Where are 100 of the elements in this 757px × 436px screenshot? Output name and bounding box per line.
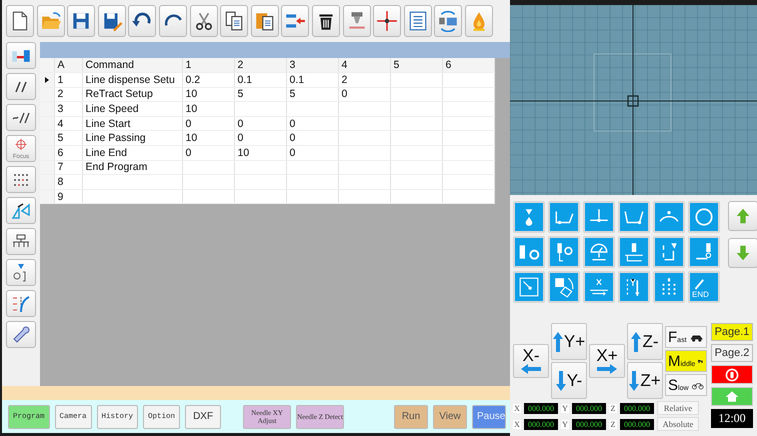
column-header[interactable]: 6 (442, 58, 494, 73)
list-button[interactable] (404, 5, 432, 37)
speed-button[interactable]: Fast (665, 326, 707, 348)
save-as-button[interactable] (98, 5, 126, 37)
column-header[interactable]: Command (82, 58, 182, 73)
jog-button[interactable]: Y- (551, 362, 587, 399)
function-button[interactable] (653, 271, 685, 303)
paste-button[interactable] (250, 5, 279, 37)
z-height-button[interactable] (6, 259, 36, 286)
nozzle-gear-icon (518, 244, 540, 260)
table-cell: 5 (54, 130, 82, 146)
action-button[interactable]: View (433, 404, 467, 428)
xyz-curve-button[interactable] (6, 290, 36, 317)
dispense-button[interactable] (464, 5, 493, 37)
action-button[interactable]: Run (394, 404, 428, 428)
function-button[interactable] (548, 271, 580, 303)
array-button[interactable] (6, 166, 36, 193)
coordinate-mode-label: Relative (657, 401, 699, 415)
up-arrow-icon (734, 207, 752, 225)
nozzle-height-icon (623, 241, 645, 263)
table-cell: 5 (234, 87, 286, 102)
jog-button[interactable]: Y+ (551, 323, 587, 360)
jog-button[interactable]: Z+ (627, 362, 663, 399)
table-cell: End Program (82, 160, 182, 175)
new-file-button[interactable] (6, 5, 34, 37)
function-button[interactable] (653, 236, 685, 268)
group-button[interactable] (6, 228, 36, 255)
page-up-button[interactable] (728, 201, 757, 231)
table-cell: 4 (54, 116, 82, 131)
redo-button[interactable] (158, 5, 187, 37)
offset-line-button[interactable] (6, 104, 36, 131)
home-icon (724, 388, 740, 404)
column-header[interactable]: 5 (390, 58, 442, 73)
stop-button[interactable] (711, 365, 753, 384)
cob-button[interactable] (342, 5, 371, 37)
coordinate-display: 000.000 (620, 402, 654, 414)
function-button[interactable] (583, 271, 615, 303)
page-button[interactable]: Page.1 (711, 323, 753, 341)
save-button[interactable] (67, 5, 96, 37)
page-button[interactable]: Page.2 (711, 344, 753, 362)
delete-button[interactable] (312, 5, 340, 37)
jog-button[interactable]: X- (513, 344, 549, 378)
clock: 12:00 (711, 409, 753, 428)
circle-icon (693, 206, 715, 228)
undo-button[interactable] (128, 5, 156, 37)
speed-button[interactable]: Middle (665, 350, 707, 372)
function-button[interactable] (688, 236, 720, 268)
table-cell: 1 (54, 72, 82, 88)
down-arrow-icon (556, 368, 566, 392)
down-arrow-icon (629, 368, 640, 392)
parallel-line-button[interactable] (6, 73, 36, 100)
coordinate-mode-label: Absolute (657, 417, 699, 431)
jog-button[interactable]: X+ (589, 344, 625, 378)
column-header[interactable]: 1 (182, 58, 234, 73)
function-button[interactable] (513, 201, 545, 233)
table-cell: 0.2 (182, 72, 234, 88)
coordinate-display: 000.000 (524, 418, 558, 430)
table-cell: 6 (54, 146, 82, 160)
nozzle-swap-icon (11, 48, 31, 62)
function-button[interactable] (653, 201, 685, 233)
column-header[interactable]: 3 (286, 58, 338, 73)
page-down-button[interactable] (728, 238, 757, 268)
tool-button[interactable] (6, 321, 36, 348)
swap-nozzle-button[interactable] (6, 42, 36, 69)
rotate-square-icon (553, 276, 575, 298)
function-button[interactable] (583, 236, 615, 268)
coordinate-display: 000.000 (572, 418, 606, 430)
crosshair-button[interactable] (373, 5, 402, 37)
column-header[interactable]: 4 (338, 58, 390, 73)
table-cell: 9 (54, 189, 82, 204)
insert-button[interactable] (281, 5, 310, 37)
pencil-icon (692, 277, 706, 291)
coordinate-display: 000.000 (620, 418, 654, 430)
cut-button[interactable] (190, 5, 218, 37)
tab[interactable]: DXF (185, 404, 222, 428)
function-button[interactable] (513, 236, 545, 268)
function-button[interactable] (548, 201, 580, 233)
function-button[interactable] (548, 236, 580, 268)
function-button[interactable] (688, 201, 720, 233)
column-header[interactable]: A (54, 58, 82, 73)
jog-button[interactable]: Z- (627, 323, 663, 360)
copy-button[interactable] (220, 5, 248, 37)
transfer-button[interactable] (434, 5, 462, 37)
coordinate-display: 000.000 (572, 402, 606, 414)
function-button[interactable] (513, 271, 545, 303)
function-button[interactable] (618, 236, 650, 268)
table-cell: 2 (54, 87, 82, 102)
table-cell: 0 (234, 116, 286, 131)
function-button[interactable] (618, 201, 650, 233)
table-cell: 0.1 (286, 72, 338, 88)
table-cell: 10 (234, 146, 286, 160)
table-cell: 10 (182, 102, 234, 116)
table-cell: Line Start (82, 116, 182, 131)
triangles-icon (11, 200, 31, 220)
function-button[interactable] (618, 271, 650, 303)
column-header[interactable]: 2 (234, 58, 286, 73)
function-button[interactable] (583, 201, 615, 233)
table-cell: Line Speed (82, 102, 182, 116)
speed-button[interactable]: Slow (665, 374, 707, 396)
up-arrow-icon (631, 330, 642, 354)
